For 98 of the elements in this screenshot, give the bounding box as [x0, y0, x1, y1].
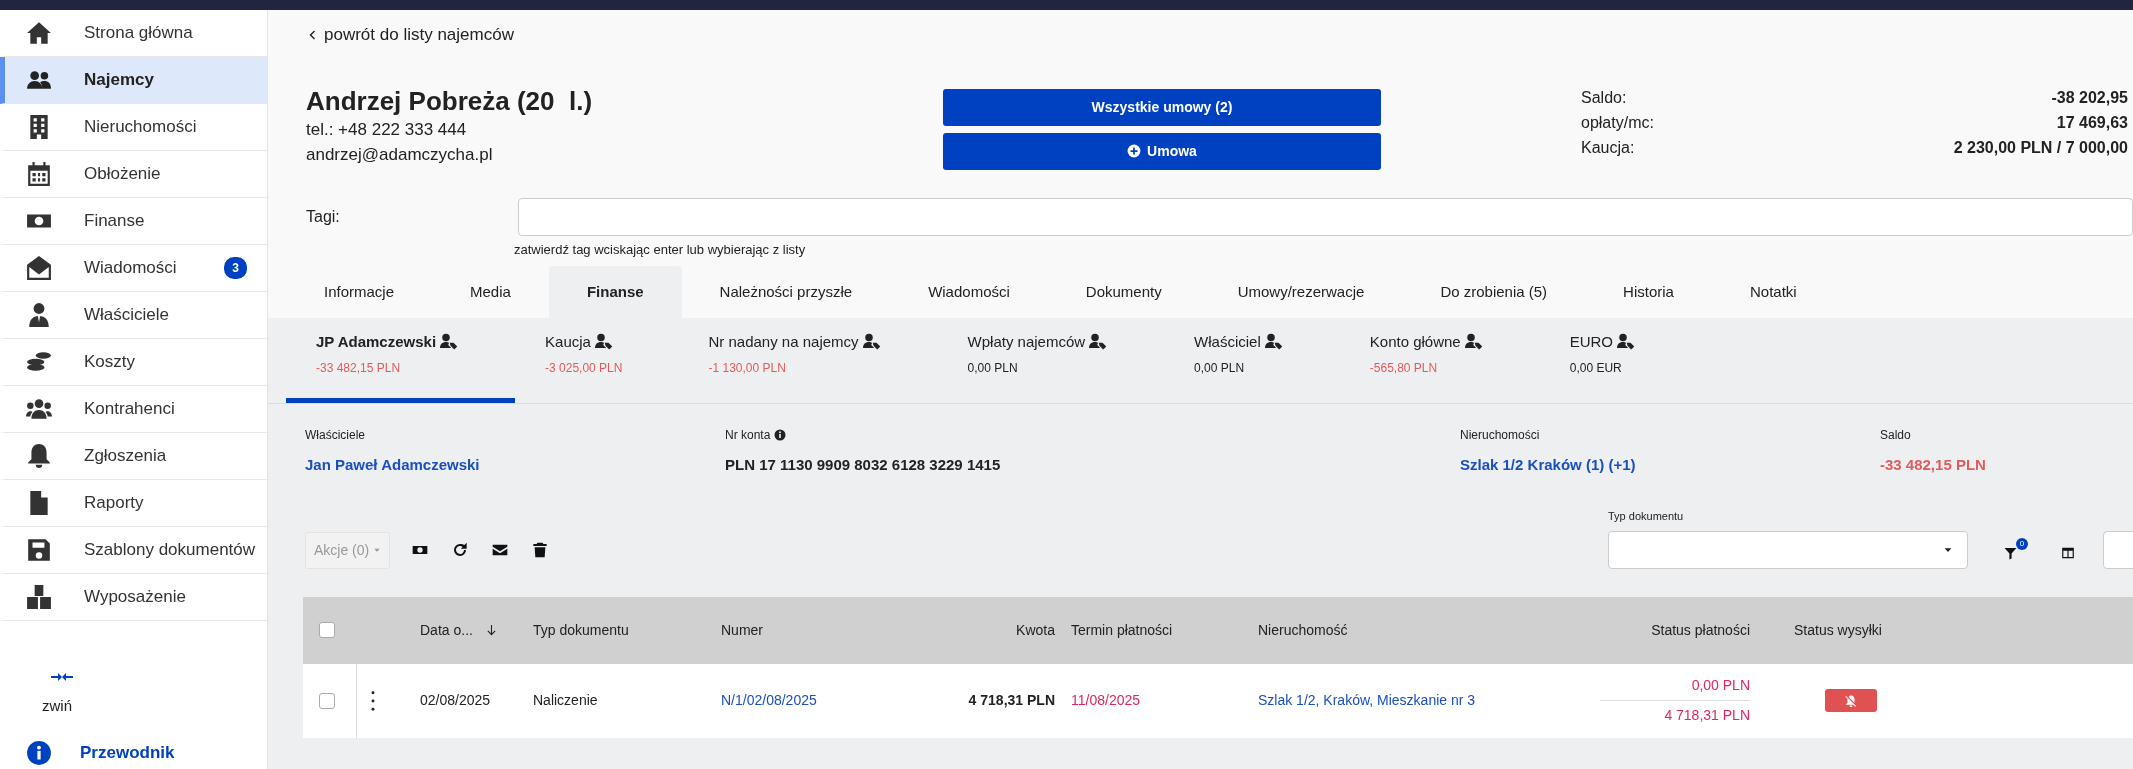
- table-cell-text: 02/08/2025: [420, 691, 491, 711]
- account-tab[interactable]: JP Adamczewski -33 482,15 PLN: [286, 318, 516, 404]
- account-tab[interactable]: Konto główne -565,80 PLN: [1339, 318, 1540, 404]
- field-value: -33 482,15 PLN: [1880, 455, 1987, 476]
- document-link[interactable]: N/1/02/08/2025: [721, 690, 817, 712]
- column-header[interactable]: Termin płatności: [1071, 619, 1173, 641]
- column-header[interactable]: Numer: [721, 619, 763, 641]
- sidebar-item[interactable]: Najemcy: [0, 57, 267, 104]
- sidebar-item[interactable]: Wyposażenie: [0, 574, 267, 621]
- property-link[interactable]: Szlak 1/2, Kraków, Mieszkanie nr 3: [1258, 690, 1476, 712]
- info-icon: [774, 429, 787, 442]
- column-header[interactable]: Typ dokumentu: [533, 619, 629, 641]
- send-status-button[interactable]: [1825, 689, 1877, 713]
- tab[interactable]: Media: [432, 266, 549, 319]
- plus-circle-icon: [1127, 144, 1142, 159]
- account-tab[interactable]: Kaucja -3 025,00 PLN: [515, 318, 679, 404]
- back-link[interactable]: powrót do listy najemców: [306, 22, 514, 48]
- account-tab[interactable]: Nr nadany na najemcy -1 130,00 PLN: [678, 318, 938, 404]
- boxes-icon: [26, 584, 52, 610]
- user-tag-icon: [1263, 333, 1284, 352]
- summary-value: 17 469,63: [2056, 112, 2128, 133]
- guide-link[interactable]: Przewodnik: [26, 739, 175, 766]
- filter-button[interactable]: [2004, 546, 2017, 560]
- field-label: Nr konta: [725, 427, 771, 445]
- tags-field[interactable]: [518, 197, 2133, 236]
- tags-label: Tagi:: [306, 206, 341, 227]
- field-hint: zatwierdź tag wciskając enter lub wybierając z listy: [514, 240, 807, 259]
- info-icon: [26, 739, 52, 766]
- field-label: Saldo: [1880, 427, 1911, 445]
- tab[interactable]: Historia: [1585, 266, 1712, 319]
- detail-link[interactable]: Szlak 1/2 Kraków (1) (+1): [1460, 454, 1880, 477]
- checkbox[interactable]: [319, 692, 335, 709]
- account-tab[interactable]: EURO 0,00 EUR: [1539, 318, 1693, 404]
- user-tag-icon: [861, 333, 882, 352]
- summary-label: opłaty/mc:: [1581, 112, 1654, 133]
- table-cell-text: 4 718,31 PLN: [968, 691, 1055, 711]
- summary-value: -38 202,95: [2051, 87, 2128, 108]
- sidebar-item[interactable]: Finanse: [0, 198, 267, 245]
- home-icon: [26, 20, 52, 46]
- user-tag-icon: [1616, 333, 1637, 352]
- count-badge: 3: [224, 257, 247, 279]
- summary-value: 2 230,00 PLN / 7 000,00: [1953, 137, 2128, 158]
- tab[interactable]: Notatki: [1711, 266, 1835, 319]
- tab[interactable]: Wiadomości: [890, 266, 1048, 319]
- sidebar-item[interactable]: Szablony dokumentów: [0, 527, 267, 574]
- tab[interactable]: Informacje: [286, 266, 433, 319]
- column-header[interactable]: Status wysyłki: [1794, 619, 1882, 641]
- field-label: Typ dokumentu: [1608, 509, 1685, 525]
- account-tab[interactable]: Właściciel 0,00 PLN: [1164, 318, 1340, 404]
- tab[interactable]: Umowy/rezerwacje: [1199, 266, 1403, 319]
- more-options-icon[interactable]: [371, 689, 375, 712]
- user-tag-icon: [1463, 333, 1484, 352]
- table-cell-text: 0,00 PLN: [1691, 676, 1750, 696]
- contracts-button[interactable]: Wszystkie umowy (2): [943, 88, 1381, 126]
- summary-label: Kaucja:: [1581, 137, 1635, 158]
- column-header[interactable]: Nieruchomość: [1258, 619, 1348, 641]
- tab[interactable]: Należności przyszłe: [681, 266, 891, 319]
- sidebar-item[interactable]: Nieruchomości: [0, 104, 267, 151]
- column-header[interactable]: Data o...: [420, 619, 473, 641]
- detail-link[interactable]: Jan Paweł Adamczewski: [305, 454, 725, 477]
- table-cell-text: 4 718,31 PLN: [1664, 706, 1750, 726]
- sidebar-item[interactable]: Zgłoszenia: [0, 433, 267, 480]
- calendar-icon: [26, 161, 52, 187]
- user-tag-icon: [593, 333, 614, 352]
- sidebar-item[interactable]: Wiadomości 3: [0, 245, 267, 292]
- tenant-name: Andrzej Pobreża (20 l.): [306, 84, 594, 117]
- account-tab[interactable]: Wpłaty najemców 0,00 PLN: [937, 318, 1165, 404]
- tab[interactable]: Do zrobienia (5): [1402, 266, 1586, 319]
- tenant-email: andrzej@adamczycha.pl: [306, 143, 494, 166]
- summary-label: Saldo:: [1581, 87, 1627, 108]
- tenant-phone: tel.: +48 222 333 444: [306, 118, 468, 141]
- sidebar-item[interactable]: Koszty: [0, 339, 267, 386]
- filter-count-badge: 0: [2016, 537, 2028, 550]
- checkbox[interactable]: [319, 622, 335, 639]
- sidebar-item[interactable]: Właściciele: [0, 292, 267, 339]
- collapse-button[interactable]: zwiń: [42, 665, 74, 718]
- floppy-icon: [26, 537, 52, 563]
- user-tag-icon: [439, 333, 460, 352]
- tab[interactable]: Finanse: [548, 266, 682, 319]
- column-header[interactable]: Status płatności: [1651, 619, 1750, 641]
- sidebar-item[interactable]: Obłożenie: [0, 151, 267, 198]
- field-label: Nieruchomości: [1460, 427, 1540, 445]
- envelope-icon: [26, 255, 52, 281]
- field-label: Właściciele: [305, 427, 365, 445]
- sidebar-item[interactable]: Raporty: [0, 480, 267, 527]
- bell-icon: [26, 443, 52, 469]
- sidebar-item[interactable]: Kontrahenci: [0, 386, 267, 433]
- tab[interactable]: Dokumenty: [1047, 266, 1200, 319]
- person-icon: [26, 302, 52, 328]
- table-cell-text: Naliczenie: [533, 691, 598, 711]
- column-header[interactable]: Kwota: [1016, 619, 1055, 641]
- add-contract-button[interactable]: Umowa: [943, 132, 1381, 170]
- group-icon: [26, 396, 52, 422]
- bell-slash-icon: [1845, 694, 1857, 707]
- columns-button[interactable]: [2061, 545, 2075, 560]
- field-value: PLN 17 1130 9909 8032 6128 3229 1415: [725, 455, 1002, 476]
- table-cell-text: 11/08/2025: [1071, 691, 1141, 711]
- user-tag-icon: [1088, 333, 1109, 352]
